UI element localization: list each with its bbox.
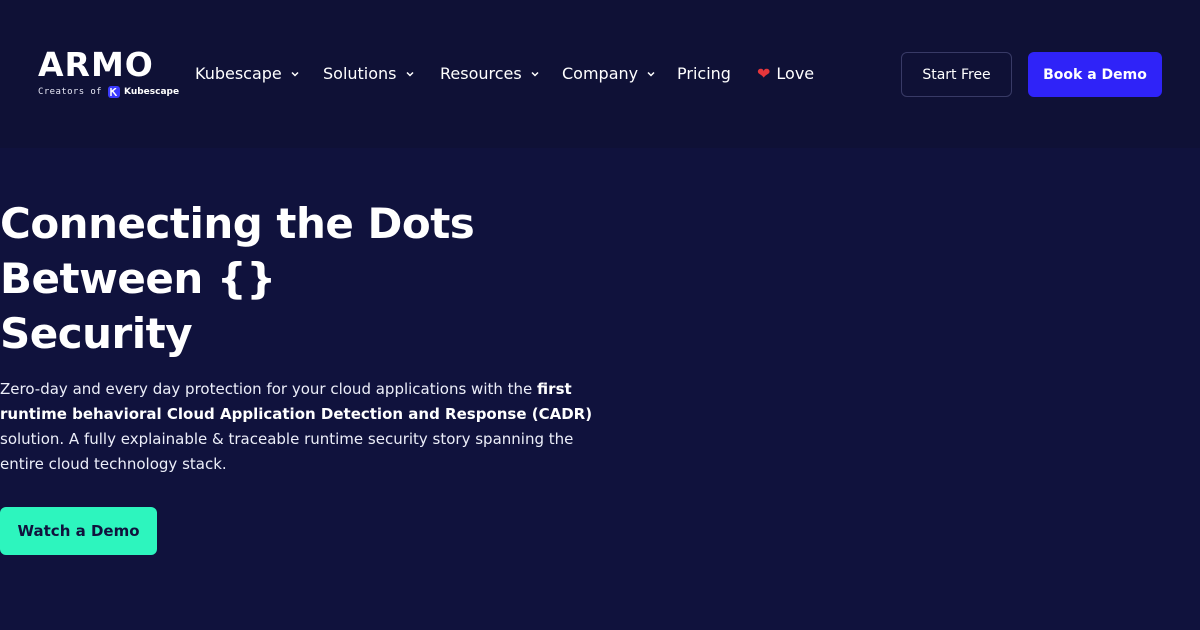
- chevron-down-icon: [647, 71, 655, 77]
- chevron-down-icon: [405, 71, 414, 77]
- hero-title: Connecting the Dots Between {} Security: [0, 196, 560, 361]
- watch-demo-button[interactable]: Watch a Demo: [0, 507, 157, 555]
- nav-item-resources[interactable]: Resources: [440, 62, 540, 86]
- armo-logo[interactable]: ARMO Creators of Kubescape: [38, 45, 179, 100]
- nav-item-kubescape[interactable]: Kubescape: [195, 62, 300, 86]
- nav-item-label: Solutions: [323, 64, 397, 83]
- hero-title-line: Security: [0, 309, 193, 358]
- hero-desc-text: solution. A fully explainable & traceabl…: [0, 430, 574, 473]
- nav-item-pricing[interactable]: Pricing: [677, 62, 731, 86]
- chevron-down-icon: [531, 71, 539, 77]
- logo-creators-text: Creators of: [38, 87, 103, 97]
- nav-item-love[interactable]: ❤ Love: [757, 62, 814, 86]
- hero-title-line: Between {}: [0, 254, 276, 303]
- nav-item-label: Resources: [440, 64, 522, 83]
- logo-wordmark: ARMO: [38, 45, 154, 84]
- book-demo-button[interactable]: Book a Demo: [1028, 52, 1162, 97]
- hero-desc-text: Zero-day and every day protection for yo…: [0, 380, 538, 398]
- kubescape-icon: [108, 86, 121, 98]
- hero-title-line: Connecting the Dots: [0, 199, 475, 248]
- chevron-down-icon: [291, 71, 299, 77]
- nav-item-label: Company: [562, 64, 639, 83]
- site-header: ARMO Creators of Kubescape Kubescape Sol…: [0, 0, 1200, 148]
- nav-item-company[interactable]: Company: [562, 62, 656, 86]
- start-free-button[interactable]: Start Free: [901, 52, 1012, 97]
- nav-item-label: Kubescape: [195, 64, 282, 83]
- logo-kubescape-text: Kubescape: [124, 87, 180, 97]
- heart-icon: ❤: [757, 64, 771, 83]
- nav-item-solutions[interactable]: Solutions: [323, 62, 415, 86]
- nav-item-label: Pricing: [677, 64, 731, 83]
- hero-description: Zero-day and every day protection for yo…: [0, 377, 600, 477]
- nav-item-label: Love: [776, 64, 815, 83]
- logo-tagline: Creators of Kubescape: [38, 86, 179, 98]
